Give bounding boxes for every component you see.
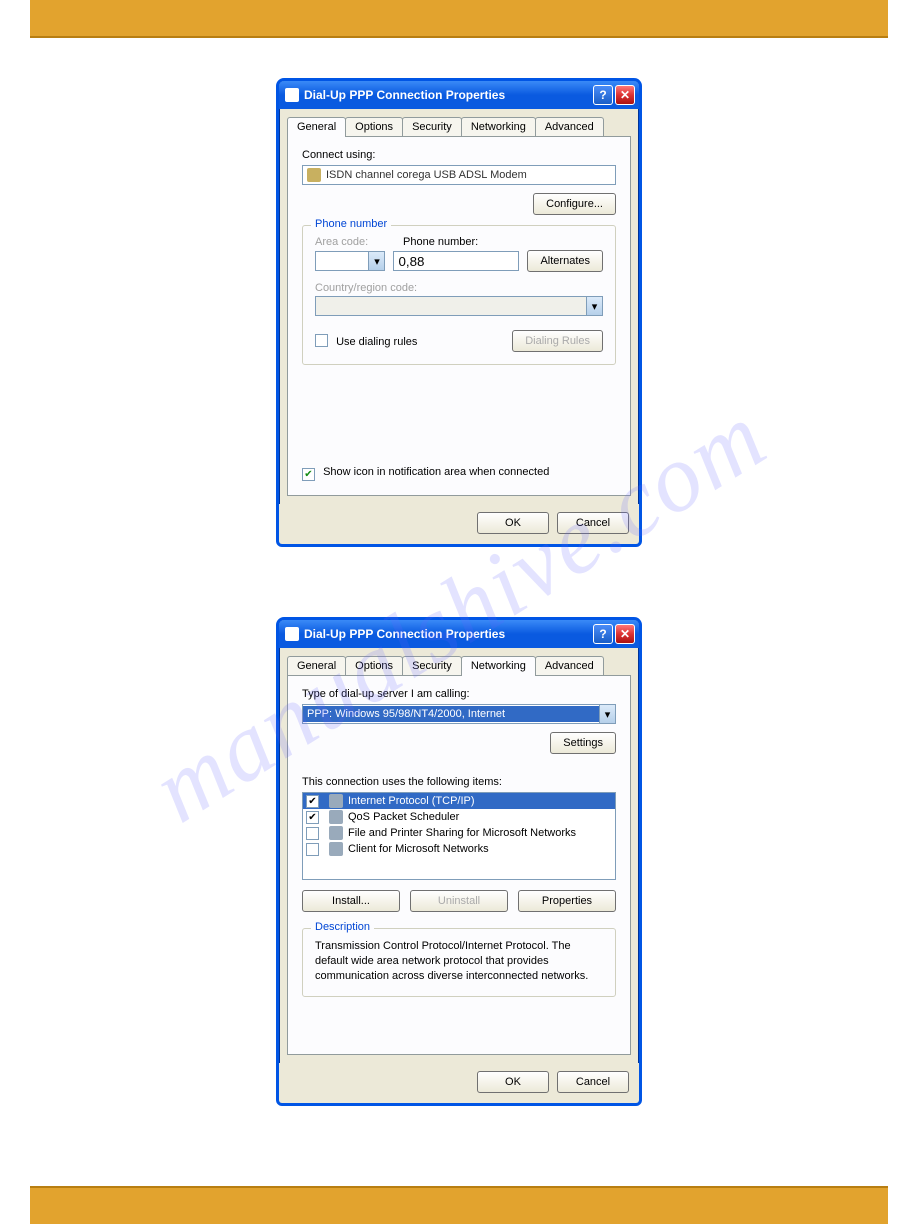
doc-header-bar: [30, 0, 888, 38]
dialing-rules-button: Dialing Rules: [512, 330, 603, 352]
phone-number-label: Phone number:: [403, 236, 478, 248]
phone-group-legend: Phone number: [311, 218, 391, 230]
protocol-icon: [329, 810, 343, 824]
tab-security[interactable]: Security: [402, 656, 462, 675]
chevron-down-icon: ▾: [368, 252, 384, 270]
tab-networking[interactable]: Networking: [461, 656, 536, 676]
show-icon-checkbox[interactable]: ✔ Show icon in notification area when co…: [302, 466, 549, 478]
doc-footer-bar: [30, 1186, 888, 1224]
use-dialing-rules-label: Use dialing rules: [336, 336, 417, 348]
chevron-down-icon: ▾: [599, 705, 615, 723]
settings-button[interactable]: Settings: [550, 732, 616, 754]
help-button[interactable]: ?: [593, 85, 613, 105]
server-type-value: PPP: Windows 95/98/NT4/2000, Internet: [303, 706, 599, 722]
list-item-label: QoS Packet Scheduler: [348, 811, 459, 823]
list-item[interactable]: ✔ QoS Packet Scheduler: [303, 809, 615, 825]
modem-icon: [307, 168, 321, 182]
ok-button[interactable]: OK: [477, 512, 549, 534]
app-icon: [285, 627, 299, 641]
connect-using-label: Connect using:: [302, 149, 616, 161]
phone-number-input[interactable]: [393, 251, 519, 271]
tab-security[interactable]: Security: [402, 117, 462, 136]
tab-panel-general: Connect using: ISDN channel corega USB A…: [287, 136, 631, 496]
tab-panel-networking: Type of dial-up server I am calling: PPP…: [287, 675, 631, 1055]
install-button[interactable]: Install...: [302, 890, 400, 912]
list-item[interactable]: Client for Microsoft Networks: [303, 841, 615, 857]
window-title: Dial-Up PPP Connection Properties: [304, 88, 591, 102]
checkbox-checked-icon: ✔: [302, 468, 315, 481]
tab-networking[interactable]: Networking: [461, 117, 536, 136]
description-legend: Description: [311, 921, 374, 933]
area-code-input: [316, 259, 368, 263]
properties-button[interactable]: Properties: [518, 890, 616, 912]
ok-button[interactable]: OK: [477, 1071, 549, 1093]
titlebar: Dial-Up PPP Connection Properties ? ✕: [279, 81, 639, 109]
description-group: Description Transmission Control Protoco…: [302, 928, 616, 997]
dialog-general: Dial-Up PPP Connection Properties ? ✕ Ge…: [276, 78, 642, 547]
tab-advanced[interactable]: Advanced: [535, 656, 604, 675]
components-list[interactable]: ✔ Internet Protocol (TCP/IP) ✔ QoS Packe…: [302, 792, 616, 880]
checkbox-icon: [315, 334, 328, 347]
list-item-label: Client for Microsoft Networks: [348, 843, 489, 855]
dialog-button-row: OK Cancel: [279, 1063, 639, 1103]
window-title: Dial-Up PPP Connection Properties: [304, 627, 591, 641]
connect-using-value: ISDN channel corega USB ADSL Modem: [326, 169, 527, 181]
server-type-select[interactable]: PPP: Windows 95/98/NT4/2000, Internet ▾: [302, 704, 616, 724]
tab-bar: General Options Security Networking Adva…: [279, 648, 639, 675]
cancel-button[interactable]: Cancel: [557, 512, 629, 534]
connect-using-field[interactable]: ISDN channel corega USB ADSL Modem: [302, 165, 616, 185]
checkbox-icon[interactable]: [306, 827, 319, 840]
list-item-label: Internet Protocol (TCP/IP): [348, 795, 475, 807]
dialog-button-row: OK Cancel: [279, 504, 639, 544]
tab-options[interactable]: Options: [345, 656, 403, 675]
checkbox-checked-icon[interactable]: ✔: [306, 795, 319, 808]
protocol-icon: [329, 794, 343, 808]
uninstall-button: Uninstall: [410, 890, 508, 912]
checkbox-icon[interactable]: [306, 843, 319, 856]
tab-advanced[interactable]: Advanced: [535, 117, 604, 136]
server-type-label: Type of dial-up server I am calling:: [302, 688, 616, 700]
list-item-label: File and Printer Sharing for Microsoft N…: [348, 827, 576, 839]
items-label: This connection uses the following items…: [302, 776, 616, 788]
close-button[interactable]: ✕: [615, 624, 635, 644]
tab-options[interactable]: Options: [345, 117, 403, 136]
description-text: Transmission Control Protocol/Internet P…: [315, 939, 603, 984]
help-button[interactable]: ?: [593, 624, 613, 644]
cancel-button[interactable]: Cancel: [557, 1071, 629, 1093]
chevron-down-icon: ▾: [586, 297, 602, 315]
tab-bar: General Options Security Networking Adva…: [279, 109, 639, 136]
list-item[interactable]: File and Printer Sharing for Microsoft N…: [303, 825, 615, 841]
configure-button[interactable]: Configure...: [533, 193, 616, 215]
protocol-icon: [329, 826, 343, 840]
country-code-select: [316, 304, 586, 308]
protocol-icon: [329, 842, 343, 856]
tab-general[interactable]: General: [287, 656, 346, 675]
titlebar: Dial-Up PPP Connection Properties ? ✕: [279, 620, 639, 648]
alternates-button[interactable]: Alternates: [527, 250, 603, 272]
app-icon: [285, 88, 299, 102]
country-code-label: Country/region code:: [315, 282, 603, 294]
area-code-label: Area code:: [315, 236, 391, 248]
phone-number-group: Phone number Area code: Phone number: ▾ …: [302, 225, 616, 365]
use-dialing-rules-checkbox[interactable]: Use dialing rules: [315, 334, 417, 348]
close-button[interactable]: ✕: [615, 85, 635, 105]
show-icon-label: Show icon in notification area when conn…: [323, 466, 549, 478]
list-item[interactable]: ✔ Internet Protocol (TCP/IP): [303, 793, 615, 809]
dialog-networking: Dial-Up PPP Connection Properties ? ✕ Ge…: [276, 617, 642, 1106]
checkbox-checked-icon[interactable]: ✔: [306, 811, 319, 824]
tab-general[interactable]: General: [287, 117, 346, 137]
